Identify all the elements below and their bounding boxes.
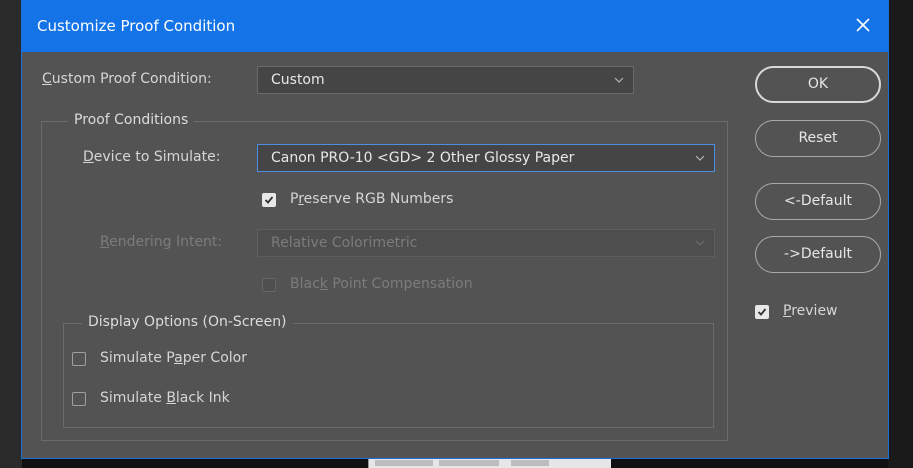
simulate-paper-color-label-text: Simulate Paper Color: [100, 350, 247, 366]
chevron-down-icon: [695, 155, 705, 161]
rendering-intent-label: Rendering Intent:: [100, 234, 223, 250]
custom-proof-condition-label-rest: ustom Proof Condition:: [51, 71, 212, 87]
device-to-simulate-label-rest: evice to Simulate:: [93, 149, 221, 165]
background-document-thumbnail: [368, 459, 611, 468]
preserve-rgb-label-rest: eserve RGB Numbers: [303, 191, 454, 207]
background-app-left: [0, 0, 22, 468]
checkmark-icon: [264, 196, 274, 204]
black-point-compensation-checkbox[interactable]: [262, 278, 276, 292]
custom-proof-condition-select[interactable]: Custom: [257, 66, 634, 94]
device-to-simulate-label: Device to Simulate:: [83, 149, 221, 165]
preview-checkbox[interactable]: [755, 305, 769, 319]
proof-conditions-group-label: Proof Conditions: [68, 112, 195, 128]
background-app-right: [888, 0, 913, 468]
device-to-simulate-select[interactable]: Canon PRO-10 <GD> 2 Other Glossy Paper: [257, 144, 715, 172]
dialog-title: Customize Proof Condition: [37, 17, 236, 35]
customize-proof-dialog: Customize Proof Condition Custom Proof C…: [22, 0, 888, 458]
preview-label: Preview: [783, 303, 838, 319]
simulate-paper-color-label: Simulate Paper Color: [100, 350, 247, 366]
simulate-black-ink-label-text: Simulate Black Ink: [100, 390, 230, 406]
close-button[interactable]: [850, 12, 876, 38]
simulate-black-ink-label: Simulate Black Ink: [100, 390, 230, 406]
reset-button[interactable]: Reset: [755, 120, 881, 157]
ok-button[interactable]: OK: [755, 66, 881, 103]
preserve-rgb-checkbox[interactable]: [262, 193, 276, 207]
chevron-down-icon: [614, 77, 624, 83]
chevron-down-icon: [695, 240, 705, 246]
simulate-paper-color-checkbox[interactable]: [72, 352, 86, 366]
custom-proof-condition-label: Custom Proof Condition:: [42, 71, 212, 87]
preview-label-text: Preview: [783, 303, 838, 319]
rendering-intent-select[interactable]: Relative Colorimetric: [257, 229, 715, 257]
display-options-group-label: Display Options (On-Screen): [82, 314, 293, 330]
rendering-intent-value: Relative Colorimetric: [271, 235, 418, 251]
checkmark-icon: [757, 308, 767, 316]
title-bar: Customize Proof Condition: [22, 0, 888, 52]
simulate-black-ink-checkbox[interactable]: [72, 392, 86, 406]
custom-proof-condition-value: Custom: [271, 72, 325, 88]
device-to-simulate-value: Canon PRO-10 <GD> 2 Other Glossy Paper: [271, 150, 575, 166]
rendering-intent-label-rest: endering Intent:: [109, 234, 223, 250]
black-point-compensation-label-rest: Point Compensation: [327, 276, 473, 292]
close-icon: [856, 18, 870, 32]
preserve-rgb-label: Preserve RGB Numbers: [290, 191, 454, 207]
black-point-compensation-label: Black Point Compensation: [290, 276, 473, 292]
save-default-button[interactable]: ->Default: [755, 236, 881, 273]
display-options-group: Display Options (On-Screen): [63, 314, 714, 428]
load-default-button[interactable]: <-Default: [755, 183, 881, 220]
